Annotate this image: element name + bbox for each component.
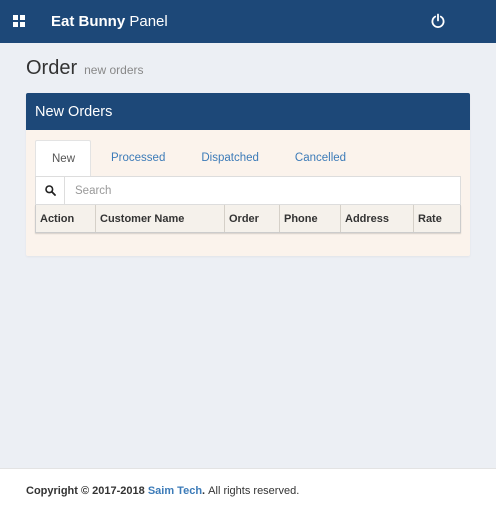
footer: Copyright © 2017-2018 Saim Tech. All rig… <box>0 468 496 512</box>
column-header-customer-name[interactable]: Customer Name <box>96 205 225 232</box>
tab-processed[interactable]: Processed <box>95 140 185 176</box>
rights-text: All rights reserved. <box>205 484 300 497</box>
column-header-action[interactable]: Action <box>36 205 96 232</box>
column-header-phone[interactable]: Phone <box>280 205 341 232</box>
column-header-order[interactable]: Order <box>225 205 280 232</box>
new-orders-panel: New Orders New Processed Dispatched Canc… <box>26 93 470 256</box>
panel-heading: New Orders <box>26 93 470 130</box>
tab-new[interactable]: New <box>35 140 92 176</box>
search-input[interactable] <box>65 177 460 204</box>
grid-menu-icon[interactable] <box>13 15 25 27</box>
search-icon <box>44 185 56 196</box>
tab-cancelled[interactable]: Cancelled <box>279 140 366 176</box>
column-header-rate[interactable]: Rate <box>414 205 460 232</box>
search-button[interactable] <box>36 177 65 204</box>
page-title: Order <box>26 57 78 79</box>
search-bar <box>35 176 461 205</box>
brand-name-bold: Eat Bunny <box>51 13 126 30</box>
copyright-text: Copyright © 2017-2018 <box>26 484 148 497</box>
panel-heading-title: New Orders <box>35 103 113 120</box>
page-subtitle: new orders <box>84 63 144 77</box>
orders-table-header: Action Customer Name Order Phone Address… <box>35 205 461 233</box>
order-tabs: New Processed Dispatched Cancelled <box>35 140 366 176</box>
power-icon[interactable] <box>430 13 446 29</box>
footer-copyright: Copyright © 2017-2018 Saim Tech. <box>26 485 205 497</box>
brand-name-rest: Panel <box>125 13 168 30</box>
company-link[interactable]: Saim Tech <box>148 485 202 497</box>
tab-dispatched[interactable]: Dispatched <box>185 140 279 176</box>
page-header: Order new orders <box>26 57 144 80</box>
column-header-address[interactable]: Address <box>341 205 414 232</box>
brand-title[interactable]: Eat Bunny Panel <box>51 12 168 31</box>
top-navbar: Eat Bunny Panel <box>0 0 496 43</box>
